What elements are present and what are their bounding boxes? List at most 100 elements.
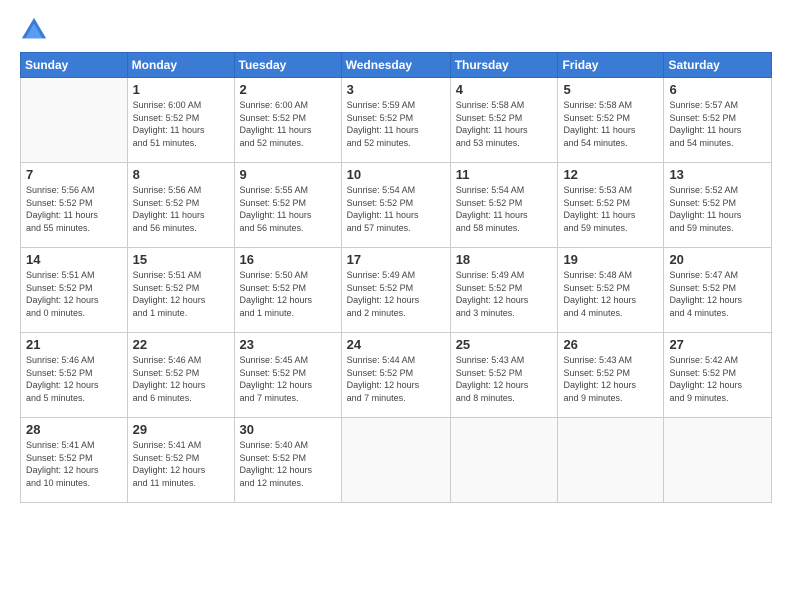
weekday-header-friday: Friday bbox=[558, 53, 664, 78]
day-number: 9 bbox=[240, 167, 336, 182]
day-number: 21 bbox=[26, 337, 122, 352]
day-cell: 17 Sunrise: 5:49 AMSunset: 5:52 PMDayligh… bbox=[341, 248, 450, 333]
calendar: SundayMondayTuesdayWednesdayThursdayFrid… bbox=[20, 52, 772, 503]
day-cell: 13 Sunrise: 5:52 AMSunset: 5:52 PMDayligh… bbox=[664, 163, 772, 248]
day-info: Sunrise: 5:54 AMSunset: 5:52 PMDaylight:… bbox=[347, 184, 445, 234]
day-number: 13 bbox=[669, 167, 766, 182]
day-number: 3 bbox=[347, 82, 445, 97]
day-number: 27 bbox=[669, 337, 766, 352]
day-info: Sunrise: 5:51 AMSunset: 5:52 PMDaylight:… bbox=[133, 269, 229, 319]
day-number: 24 bbox=[347, 337, 445, 352]
day-cell bbox=[664, 418, 772, 503]
day-cell: 26 Sunrise: 5:43 AMSunset: 5:52 PMDayligh… bbox=[558, 333, 664, 418]
week-row-5: 28 Sunrise: 5:41 AMSunset: 5:52 PMDayligh… bbox=[21, 418, 772, 503]
day-cell bbox=[341, 418, 450, 503]
day-cell: 16Sunrise: 5:50 AMSunset: 5:52 PMDayligh… bbox=[234, 248, 341, 333]
day-number: 18 bbox=[456, 252, 553, 267]
day-cell: 18 Sunrise: 5:49 AMSunset: 5:52 PMDayligh… bbox=[450, 248, 558, 333]
day-number: 23 bbox=[240, 337, 336, 352]
weekday-header-row: SundayMondayTuesdayWednesdayThursdayFrid… bbox=[21, 53, 772, 78]
day-info: Sunrise: 5:58 AMSunset: 5:52 PMDaylight:… bbox=[456, 99, 553, 149]
day-cell: 29 Sunrise: 5:41 AMSunset: 5:52 PMDayligh… bbox=[127, 418, 234, 503]
weekday-header-thursday: Thursday bbox=[450, 53, 558, 78]
day-info: Sunrise: 5:56 AMSunset: 5:52 PMDaylight:… bbox=[133, 184, 229, 234]
day-cell: 15 Sunrise: 5:51 AMSunset: 5:52 PMDayligh… bbox=[127, 248, 234, 333]
logo bbox=[20, 16, 52, 44]
day-cell: 27 Sunrise: 5:42 AMSunset: 5:52 PMDayligh… bbox=[664, 333, 772, 418]
weekday-header-monday: Monday bbox=[127, 53, 234, 78]
day-info: Sunrise: 5:41 AMSunset: 5:52 PMDaylight:… bbox=[133, 439, 229, 489]
day-cell: 23 Sunrise: 5:45 AMSunset: 5:52 PMDayligh… bbox=[234, 333, 341, 418]
day-info: Sunrise: 5:45 AMSunset: 5:52 PMDaylight:… bbox=[240, 354, 336, 404]
day-cell: 28 Sunrise: 5:41 AMSunset: 5:52 PMDayligh… bbox=[21, 418, 128, 503]
day-info: Sunrise: 5:55 AMSunset: 5:52 PMDaylight:… bbox=[240, 184, 336, 234]
day-cell: 14 Sunrise: 5:51 AMSunset: 5:52 PMDayligh… bbox=[21, 248, 128, 333]
day-number: 5 bbox=[563, 82, 658, 97]
day-cell: 10 Sunrise: 5:54 AMSunset: 5:52 PMDayligh… bbox=[341, 163, 450, 248]
day-number: 2 bbox=[240, 82, 336, 97]
day-cell: 12 Sunrise: 5:53 AMSunset: 5:52 PMDayligh… bbox=[558, 163, 664, 248]
header bbox=[20, 16, 772, 44]
day-cell: 20 Sunrise: 5:47 AMSunset: 5:52 PMDayligh… bbox=[664, 248, 772, 333]
day-number: 1 bbox=[133, 82, 229, 97]
day-cell: 30 Sunrise: 5:40 AMSunset: 5:52 PMDayligh… bbox=[234, 418, 341, 503]
day-info: Sunrise: 5:41 AMSunset: 5:52 PMDaylight:… bbox=[26, 439, 122, 489]
day-info: Sunrise: 5:49 AMSunset: 5:52 PMDaylight:… bbox=[347, 269, 445, 319]
day-info: Sunrise: 5:58 AMSunset: 5:52 PMDaylight:… bbox=[563, 99, 658, 149]
day-cell: 9 Sunrise: 5:55 AMSunset: 5:52 PMDaylight… bbox=[234, 163, 341, 248]
day-number: 7 bbox=[26, 167, 122, 182]
day-info: Sunrise: 6:00 AMSunset: 5:52 PMDaylight:… bbox=[133, 99, 229, 149]
day-number: 30 bbox=[240, 422, 336, 437]
day-cell: 1 Sunrise: 6:00 AMSunset: 5:52 PMDaylight… bbox=[127, 78, 234, 163]
day-number: 14 bbox=[26, 252, 122, 267]
day-info: Sunrise: 5:42 AMSunset: 5:52 PMDaylight:… bbox=[669, 354, 766, 404]
day-number: 15 bbox=[133, 252, 229, 267]
week-row-2: 7 Sunrise: 5:56 AMSunset: 5:52 PMDaylight… bbox=[21, 163, 772, 248]
weekday-header-saturday: Saturday bbox=[664, 53, 772, 78]
day-cell: 2 Sunrise: 6:00 AMSunset: 5:52 PMDaylight… bbox=[234, 78, 341, 163]
weekday-header-tuesday: Tuesday bbox=[234, 53, 341, 78]
day-info: Sunrise: 5:54 AMSunset: 5:52 PMDaylight:… bbox=[456, 184, 553, 234]
day-number: 28 bbox=[26, 422, 122, 437]
day-number: 20 bbox=[669, 252, 766, 267]
week-row-1: 1 Sunrise: 6:00 AMSunset: 5:52 PMDaylight… bbox=[21, 78, 772, 163]
day-number: 4 bbox=[456, 82, 553, 97]
day-number: 22 bbox=[133, 337, 229, 352]
day-info: Sunrise: 5:52 AMSunset: 5:52 PMDaylight:… bbox=[669, 184, 766, 234]
day-cell bbox=[450, 418, 558, 503]
day-number: 26 bbox=[563, 337, 658, 352]
day-info: Sunrise: 5:40 AMSunset: 5:52 PMDaylight:… bbox=[240, 439, 336, 489]
day-cell: 19Sunrise: 5:48 AMSunset: 5:52 PMDayligh… bbox=[558, 248, 664, 333]
day-cell: 25Sunrise: 5:43 AMSunset: 5:52 PMDayligh… bbox=[450, 333, 558, 418]
day-info: Sunrise: 5:57 AMSunset: 5:52 PMDaylight:… bbox=[669, 99, 766, 149]
day-cell: 7Sunrise: 5:56 AMSunset: 5:52 PMDaylight… bbox=[21, 163, 128, 248]
day-number: 17 bbox=[347, 252, 445, 267]
day-cell bbox=[21, 78, 128, 163]
day-info: Sunrise: 5:51 AMSunset: 5:52 PMDaylight:… bbox=[26, 269, 122, 319]
day-number: 16 bbox=[240, 252, 336, 267]
day-info: Sunrise: 5:53 AMSunset: 5:52 PMDaylight:… bbox=[563, 184, 658, 234]
day-info: Sunrise: 5:46 AMSunset: 5:52 PMDaylight:… bbox=[26, 354, 122, 404]
day-cell: 4 Sunrise: 5:58 AMSunset: 5:52 PMDaylight… bbox=[450, 78, 558, 163]
day-number: 19 bbox=[563, 252, 658, 267]
day-number: 29 bbox=[133, 422, 229, 437]
week-row-3: 14 Sunrise: 5:51 AMSunset: 5:52 PMDayligh… bbox=[21, 248, 772, 333]
day-info: Sunrise: 5:43 AMSunset: 5:52 PMDaylight:… bbox=[563, 354, 658, 404]
day-number: 6 bbox=[669, 82, 766, 97]
day-number: 10 bbox=[347, 167, 445, 182]
day-cell: 5 Sunrise: 5:58 AMSunset: 5:52 PMDaylight… bbox=[558, 78, 664, 163]
day-info: Sunrise: 5:47 AMSunset: 5:52 PMDaylight:… bbox=[669, 269, 766, 319]
day-number: 11 bbox=[456, 167, 553, 182]
day-info: Sunrise: 5:44 AMSunset: 5:52 PMDaylight:… bbox=[347, 354, 445, 404]
day-number: 12 bbox=[563, 167, 658, 182]
logo-icon bbox=[20, 16, 48, 44]
day-cell: 8 Sunrise: 5:56 AMSunset: 5:52 PMDaylight… bbox=[127, 163, 234, 248]
day-number: 8 bbox=[133, 167, 229, 182]
day-cell: 21 Sunrise: 5:46 AMSunset: 5:52 PMDayligh… bbox=[21, 333, 128, 418]
day-cell: 11 Sunrise: 5:54 AMSunset: 5:52 PMDayligh… bbox=[450, 163, 558, 248]
page: SundayMondayTuesdayWednesdayThursdayFrid… bbox=[0, 0, 792, 612]
day-info: Sunrise: 6:00 AMSunset: 5:52 PMDaylight:… bbox=[240, 99, 336, 149]
day-cell: 22Sunrise: 5:46 AMSunset: 5:52 PMDayligh… bbox=[127, 333, 234, 418]
day-cell: 6 Sunrise: 5:57 AMSunset: 5:52 PMDaylight… bbox=[664, 78, 772, 163]
day-info: Sunrise: 5:49 AMSunset: 5:52 PMDaylight:… bbox=[456, 269, 553, 319]
